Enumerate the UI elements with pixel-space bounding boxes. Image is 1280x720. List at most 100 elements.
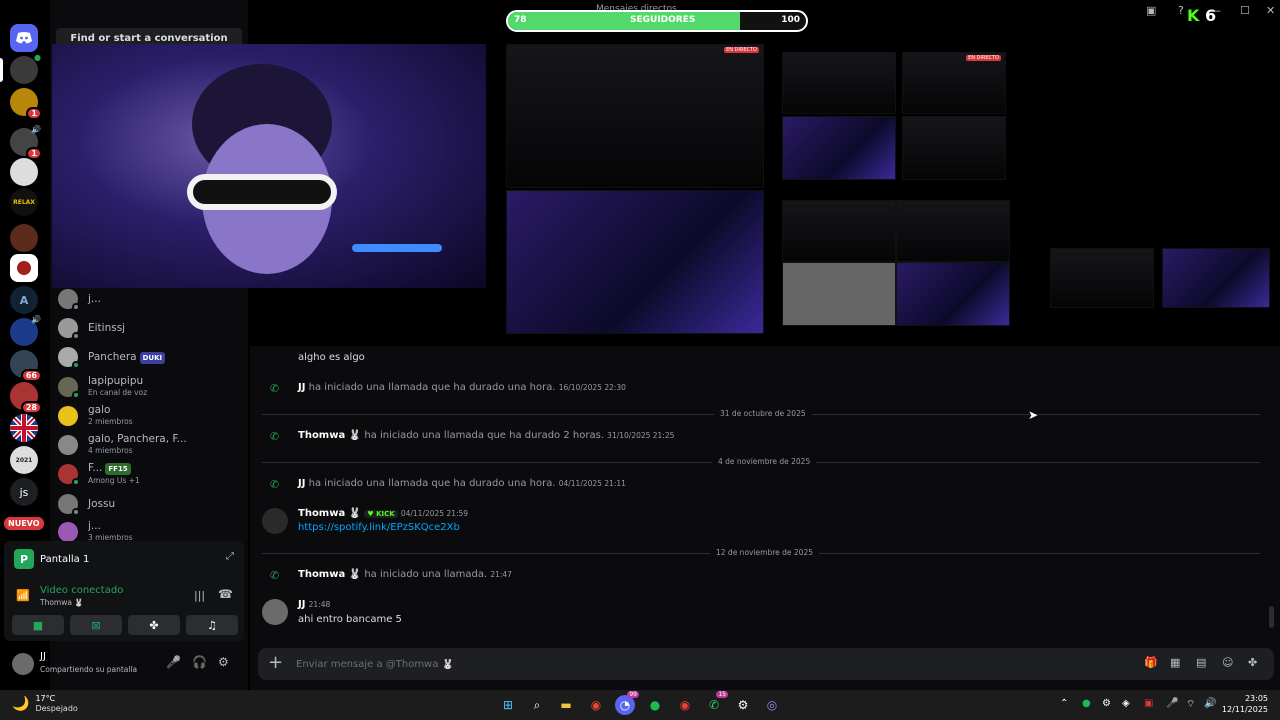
dm-item[interactable]: Panchera DUKI <box>58 343 246 371</box>
tray-expand-icon[interactable]: ⌃ <box>1060 698 1068 709</box>
server-a[interactable]: A <box>10 286 38 314</box>
voice-connected-label[interactable]: Video conectado <box>40 585 123 596</box>
follower-goal: 100 <box>781 15 800 25</box>
discord-home-icon[interactable] <box>10 24 38 52</box>
tray-spotify-icon[interactable]: ● <box>1082 698 1091 709</box>
sticker-icon[interactable]: ▤ <box>1196 656 1206 669</box>
tray-app-icon[interactable]: ▣ <box>1144 698 1153 709</box>
follower-current: 78 <box>514 15 527 25</box>
gift-icon[interactable]: 🎁 <box>1144 656 1158 669</box>
settings-gear-icon[interactable]: ⚙ <box>218 655 229 669</box>
microphone-icon[interactable]: 🎤 <box>166 655 181 669</box>
dm-item[interactable]: j... <box>58 285 246 313</box>
soundboard-button[interactable]: ♫ <box>186 615 238 635</box>
server-game[interactable] <box>10 224 38 252</box>
search-icon[interactable]: ⌕ <box>527 695 547 715</box>
stream-tile[interactable] <box>902 116 1006 180</box>
activities-button[interactable]: ✤ <box>128 615 180 635</box>
chrome-icon[interactable]: ◉ <box>586 695 606 715</box>
start-icon[interactable]: ⊞ <box>498 695 518 715</box>
stream-tile[interactable] <box>1162 248 1270 308</box>
whatsapp-icon[interactable]: ✆ 15 <box>704 691 728 715</box>
stream-tile[interactable] <box>782 262 896 326</box>
noise-suppression-icon[interactable]: ||| <box>194 589 205 602</box>
tray-steam-icon[interactable]: ⚙ <box>1102 698 1111 709</box>
message-input[interactable] <box>296 654 996 674</box>
dm-item[interactable]: lapipupipu En canal de voz <box>58 373 246 401</box>
apps-icon[interactable]: ✤ <box>1248 656 1257 669</box>
avatar <box>58 494 80 516</box>
dm-item[interactable]: Eitinssj <box>58 314 246 342</box>
server-avatar-5[interactable] <box>10 254 38 282</box>
stream-tile[interactable] <box>1050 248 1154 308</box>
tray-wifi-icon[interactable]: ⌔ <box>1186 698 1195 711</box>
chrome-profile-icon[interactable]: ◉ <box>675 695 695 715</box>
camera-button[interactable]: ■ <box>12 615 64 635</box>
avatar <box>58 464 80 486</box>
screen-share-button[interactable]: ⊠ <box>70 615 122 635</box>
server-avatar-6[interactable]: 🔊 <box>10 315 41 346</box>
server-avatar-8[interactable]: 28 <box>10 382 42 414</box>
dm-item[interactable]: galo, Panchera, F... 4 miembros <box>58 431 246 459</box>
close-icon[interactable]: ✕ <box>1266 4 1275 17</box>
emoji-icon[interactable]: ☺ <box>1222 656 1233 669</box>
server-avatar-1[interactable]: ● <box>10 53 41 84</box>
stream-tile[interactable] <box>896 200 1010 262</box>
dm-item[interactable]: Jossu <box>58 490 246 518</box>
tray-network-icon[interactable]: ◈ <box>1122 698 1130 709</box>
server-avatar-7[interactable]: 66 <box>10 350 42 382</box>
voice-panel: P Pantalla 1 ⤢ 📶 Video conectado Thomwa … <box>4 541 244 641</box>
popout-icon[interactable]: ⤢ <box>226 551 234 562</box>
inbox-icon[interactable]: ▣ <box>1146 4 1156 17</box>
scrollbar[interactable] <box>1269 606 1274 628</box>
follower-goal-fill <box>508 12 741 30</box>
message-list: algho es algo ✆ JJ ha iniciado una llama… <box>250 346 1280 646</box>
server-avatar-2[interactable]: 1 <box>10 88 42 120</box>
clan-tag: FF15 <box>105 462 131 475</box>
server-avatar-3[interactable]: 🔊 1 <box>10 125 42 160</box>
discord-taskbar-icon[interactable]: ◔ 99 <box>615 691 639 715</box>
stream-tile[interactable] <box>506 190 764 334</box>
server-uk-flag[interactable] <box>10 414 38 442</box>
stream-tile[interactable] <box>782 52 896 114</box>
live-badge: EN DIRECTO <box>966 55 1001 61</box>
steam-icon[interactable]: ⚙ <box>733 695 753 715</box>
call-message: Thomwa 🐰 ha iniciado una llamada. 21:47 <box>298 569 512 580</box>
tray-mic-icon[interactable]: 🎤 <box>1166 698 1178 709</box>
tray-volume-icon[interactable]: 🔊 <box>1204 698 1216 709</box>
user-name[interactable]: JJ <box>40 651 46 662</box>
server-2021[interactable]: 2021 <box>10 446 38 474</box>
avatar[interactable] <box>262 599 288 625</box>
maximize-icon[interactable]: ☐ <box>1240 4 1250 17</box>
activities-icon: ✤ <box>149 618 159 632</box>
stream-tile[interactable]: EN DIRECTO <box>902 52 1006 114</box>
camera-icon: ■ <box>32 618 44 632</box>
stream-tile[interactable]: EN DIRECTO <box>506 44 764 188</box>
server-relax[interactable]: RELAX <box>10 188 38 216</box>
avatar[interactable] <box>12 653 34 675</box>
weather-widget[interactable]: 🌙 17°C Despejado <box>12 694 78 714</box>
server-js[interactable]: js <box>10 478 38 506</box>
help-icon[interactable]: ? <box>1178 4 1184 17</box>
mic-light <box>352 244 442 252</box>
clan-tag: DUKI <box>139 351 166 364</box>
spotify-icon[interactable]: ● <box>645 695 665 715</box>
screen-share-source[interactable]: P Pantalla 1 <box>14 549 89 569</box>
attach-plus-icon[interactable]: + <box>268 652 283 673</box>
phone-icon: ✆ <box>270 569 280 582</box>
stream-tile[interactable] <box>782 200 896 262</box>
dm-item[interactable]: F... FF15 Among Us +1 <box>58 460 246 488</box>
avatar[interactable] <box>262 508 288 534</box>
group-avatar <box>58 522 78 542</box>
gif-icon[interactable]: ▦ <box>1170 656 1180 669</box>
obs-icon[interactable]: ◎ <box>762 695 782 715</box>
clock[interactable]: 23:05 12/11/2025 <box>1222 693 1268 715</box>
dm-item[interactable]: galo 2 miembros <box>58 402 246 430</box>
stream-tile[interactable] <box>896 262 1010 326</box>
server-avatar-4[interactable] <box>10 158 38 186</box>
headphones-icon[interactable]: 🎧 <box>192 655 207 669</box>
spotify-link[interactable]: https://spotify.link/EPzSKQce2Xb <box>298 522 460 533</box>
disconnect-icon[interactable]: ☎ <box>218 587 233 601</box>
file-explorer-icon[interactable]: ▬ <box>556 695 576 715</box>
stream-tile[interactable] <box>782 116 896 180</box>
